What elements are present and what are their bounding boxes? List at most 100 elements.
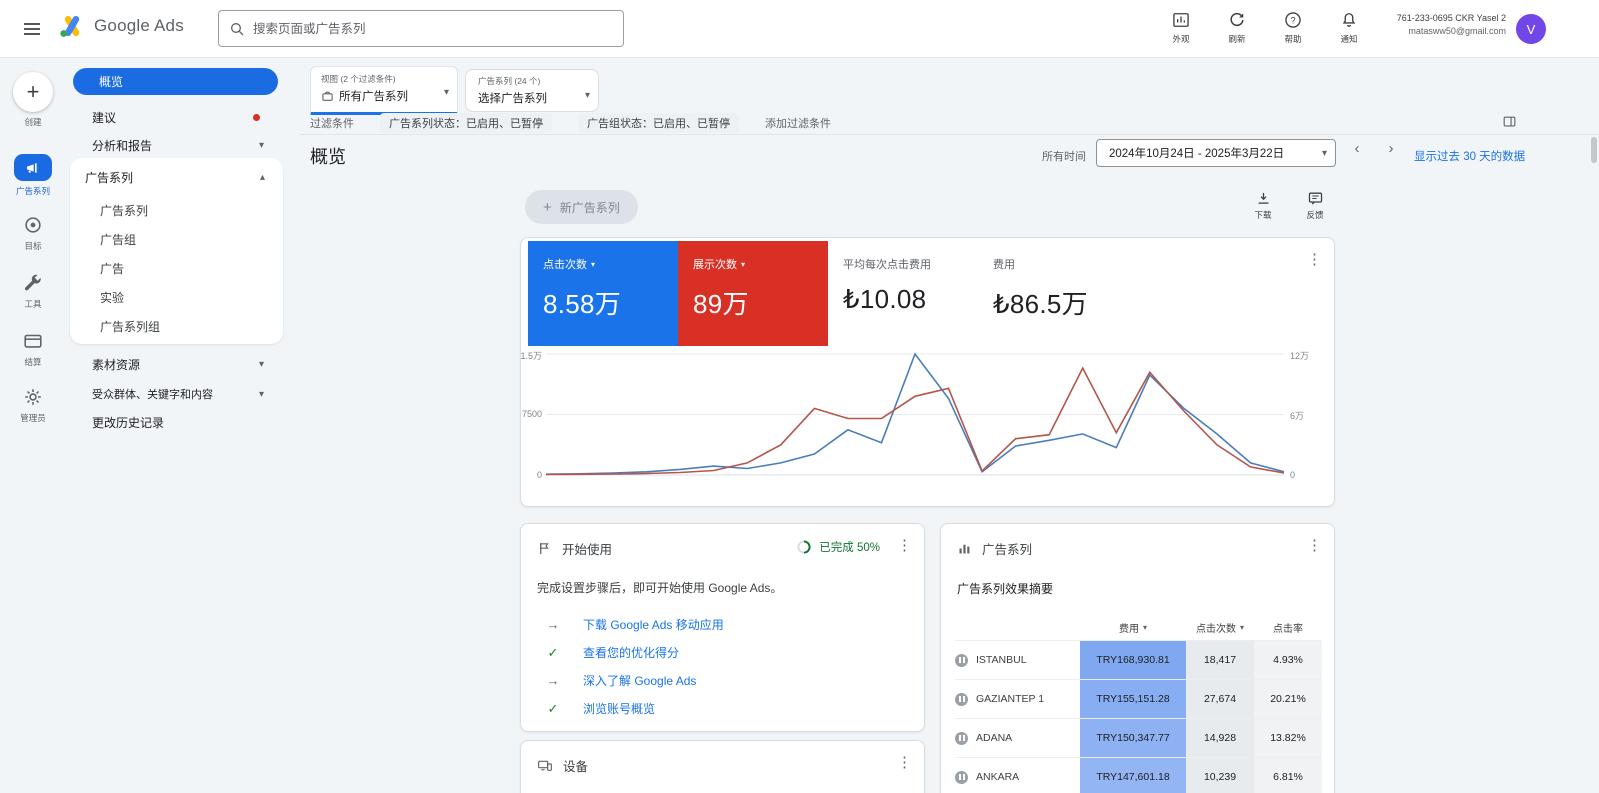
metric-tile-impressions[interactable]: 展示次数▾ 89万 xyxy=(678,241,828,346)
rail-item-create[interactable]: + 创建 xyxy=(0,72,66,128)
kebab-menu-icon[interactable]: ⋮ xyxy=(1307,252,1322,267)
table-row[interactable]: GAZIANTEP 1 TRY155,151.28 27,674 20.21% xyxy=(955,679,1322,718)
rail-item-admin[interactable]: 管理员 xyxy=(0,386,66,424)
new-campaign-button[interactable]: + 新广告系列 xyxy=(525,190,638,224)
nav-item-recommendations[interactable]: 建议 xyxy=(73,104,278,130)
setup-item-download-app[interactable]: → 下载 Google Ads 移动应用 xyxy=(545,616,724,633)
topbar-actions: 外观 刷新 ? 帮助 通知 xyxy=(1160,10,1370,45)
scrollbar-thumb[interactable] xyxy=(1591,137,1597,163)
filter-label: 过滤条件 xyxy=(310,115,354,131)
nav-item-ads[interactable]: 广告 xyxy=(70,254,283,282)
setup-item-learn-more[interactable]: → 深入了解 Google Ads xyxy=(545,672,696,689)
nav-item-assets[interactable]: 素材资源 ▾ xyxy=(73,351,278,377)
caret-down-icon: ▾ xyxy=(1322,148,1327,159)
table-row[interactable]: ANKARA TRY147,601.18 10,239 6.81% xyxy=(955,757,1322,793)
nav-item-campaigns-sub[interactable]: 广告系列 xyxy=(70,196,283,224)
clicks-cell: 18,417 xyxy=(1186,641,1254,679)
setup-item-link: 查看您的优化得分 xyxy=(583,644,679,661)
menu-icon[interactable] xyxy=(20,17,44,41)
search-icon xyxy=(229,21,245,37)
rail-item-billing[interactable]: 结算 xyxy=(0,330,66,368)
billing-icon xyxy=(22,330,44,352)
metric-tile-cost[interactable]: 费用 ₺86.5万 xyxy=(978,241,1128,346)
show-last-30-days-link[interactable]: 显示过去 30 天的数据 xyxy=(1414,148,1525,164)
feedback-button[interactable]: 反馈 xyxy=(1294,190,1336,221)
column-header-clicks[interactable]: 点击次数▾ xyxy=(1186,620,1254,635)
feedback-label: 反馈 xyxy=(1306,209,1323,221)
arrow-right-icon: → xyxy=(545,617,561,632)
nav-item-ad-groups[interactable]: 广告组 xyxy=(70,225,283,253)
billing-label: 结算 xyxy=(24,356,41,368)
caret-down-icon: ▾ xyxy=(444,87,449,98)
devices-icon xyxy=(537,758,553,774)
metric-value: 89万 xyxy=(693,284,828,321)
avatar[interactable]: V xyxy=(1516,14,1546,44)
nav-item-overview[interactable]: 概览 xyxy=(73,68,278,95)
goals-label: 目标 xyxy=(24,240,41,252)
date-range-selector[interactable]: 2024年10月24日 - 2025年3月22日 ▾ xyxy=(1096,139,1336,167)
global-search[interactable] xyxy=(218,10,624,47)
nav-item-audiences[interactable]: 受众群体、关键字和内容 ▾ xyxy=(73,381,278,407)
kebab-menu-icon[interactable]: ⋮ xyxy=(897,755,912,770)
metric-tile-avg-cpc[interactable]: 平均每次点击费用 ₺10.08 xyxy=(828,241,978,346)
kebab-menu-icon[interactable]: ⋮ xyxy=(1307,538,1322,553)
google-ads-logo[interactable]: Google Ads xyxy=(58,12,184,40)
campaigns-card-subtitle: 广告系列效果摘要 xyxy=(957,580,1053,597)
setup-progress: 已完成 50% xyxy=(796,539,880,555)
nav-item-campaign-groups[interactable]: 广告系列组 xyxy=(70,312,283,340)
metric-value: ₺86.5万 xyxy=(993,284,1128,321)
metric-label: 费用 xyxy=(993,256,1015,272)
goals-icon xyxy=(22,214,44,236)
briefcase-icon xyxy=(321,90,334,103)
tools-label: 工具 xyxy=(24,298,41,310)
help-label: 帮助 xyxy=(1284,33,1301,45)
top-bar: Google Ads 外观 刷新 ? 帮助 通知 76 xyxy=(0,0,1599,58)
nav-item-change-history[interactable]: 更改历史记录 xyxy=(73,409,278,435)
date-range-value: 2024年10月24日 - 2025年3月22日 xyxy=(1109,145,1284,161)
column-header-ctr[interactable]: 点击率 xyxy=(1254,620,1322,635)
chevron-down-icon: ▾ xyxy=(259,389,264,400)
help-button[interactable]: ? 帮助 xyxy=(1272,10,1314,45)
nav-item-campaigns[interactable]: 广告系列 ▴ xyxy=(70,164,283,190)
setup-item-optimization-score[interactable]: ✓ 查看您的优化得分 xyxy=(545,644,679,661)
add-filter-button[interactable]: 添加过滤条件 xyxy=(765,115,831,131)
campaign-selector[interactable]: 广告系列 (24 个) 选择广告系列 ▾ xyxy=(465,69,599,112)
cost-cell: TRY168,930.81 xyxy=(1080,641,1186,679)
search-input[interactable] xyxy=(253,22,613,36)
nav-item-insights[interactable]: 分析和报告 ▾ xyxy=(73,132,278,158)
date-next-button[interactable]: › xyxy=(1380,140,1402,157)
rail-item-goals[interactable]: 目标 xyxy=(0,214,66,252)
panel-toggle-icon[interactable] xyxy=(1502,114,1517,129)
refresh-button[interactable]: 刷新 xyxy=(1216,10,1258,45)
metric-tile-clicks[interactable]: 点击次数▾ 8.58万 xyxy=(528,241,678,346)
account-id: 761-233-0695 CKR Yasel 2 xyxy=(1356,13,1506,23)
account-info[interactable]: 761-233-0695 CKR Yasel 2 matasww50@gmail… xyxy=(1356,13,1506,36)
column-header-cost[interactable]: 费用▾ xyxy=(1080,620,1186,635)
table-row[interactable]: ISTANBUL TRY168,930.81 18,417 4.93% xyxy=(955,640,1322,679)
view-selector[interactable]: 视图 (2 个过滤条件) 所有广告系列 ▾ xyxy=(310,66,458,115)
notifications-label: 通知 xyxy=(1340,33,1357,45)
audiences-label: 受众群体、关键字和内容 xyxy=(92,386,213,402)
campaign-selector-caption: 广告系列 (24 个) xyxy=(478,75,590,87)
rail-item-tools[interactable]: 工具 xyxy=(0,272,66,310)
appearance-button[interactable]: 外观 xyxy=(1160,10,1202,45)
plus-icon: + xyxy=(543,199,552,216)
table-row[interactable]: ADANA TRY150,347.77 14,928 13.82% xyxy=(955,718,1322,757)
clicks-cell: 14,928 xyxy=(1186,719,1254,757)
check-icon: ✓ xyxy=(545,701,561,717)
campaigns-card: 广告系列 ⋮ 广告系列效果摘要 费用▾ 点击次数▾ 点击率 ISTANBUL T… xyxy=(940,523,1335,793)
refresh-label: 刷新 xyxy=(1228,33,1245,45)
nav-child-label: 实验 xyxy=(100,289,124,306)
date-prev-button[interactable]: ‹ xyxy=(1346,140,1368,157)
filter-chip-campaign-status[interactable]: 广告系列状态：已启用、已暂停 xyxy=(380,113,552,133)
campaigns-table: 费用▾ 点击次数▾ 点击率 ISTANBUL TRY168,930.81 18,… xyxy=(955,614,1322,793)
gear-icon xyxy=(22,386,44,408)
nav-item-experiments[interactable]: 实验 xyxy=(70,283,283,311)
kebab-menu-icon[interactable]: ⋮ xyxy=(897,538,912,553)
rail-item-campaigns[interactable]: 广告系列 xyxy=(0,154,66,197)
performance-chart[interactable]: 1.5万 7500 0 12万 6万 0 2024年10月21日 2025年3月… xyxy=(546,353,1284,476)
download-button[interactable]: 下载 xyxy=(1242,190,1284,221)
filter-chip-adgroup-status[interactable]: 广告组状态：已启用、已暂停 xyxy=(578,113,739,133)
setup-item-account-overview[interactable]: ✓ 浏览账号概览 xyxy=(545,700,655,717)
brand-text: Google Ads xyxy=(94,16,184,36)
